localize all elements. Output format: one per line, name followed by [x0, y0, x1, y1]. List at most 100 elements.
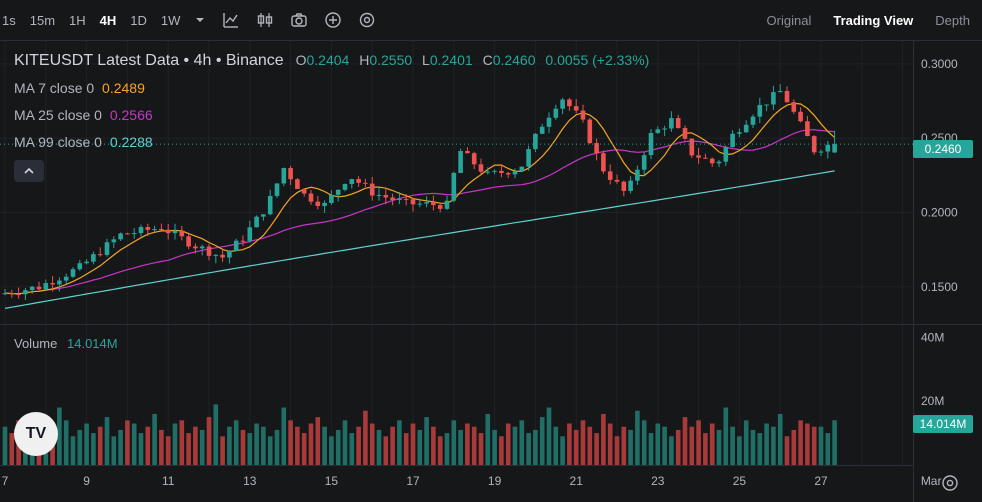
volume-bar: [77, 429, 83, 465]
chevron-down-icon[interactable]: [194, 14, 206, 26]
candle-body: [505, 172, 511, 175]
volume-bar: [349, 433, 355, 465]
volume-bar: [206, 417, 212, 465]
candle-body: [771, 92, 776, 105]
volume-tick-label: 40M: [921, 330, 944, 344]
volume-bar: [771, 426, 776, 465]
candle-body: [91, 254, 96, 262]
volume-bar: [437, 436, 443, 465]
volume-bar: [91, 433, 96, 465]
volume-bar: [186, 433, 191, 465]
volume-bar: [478, 433, 484, 465]
candle-body: [125, 233, 130, 235]
time-tick-label: 15: [325, 474, 339, 488]
candle-body: [369, 183, 375, 196]
timeframe-15m[interactable]: 15m: [30, 13, 55, 28]
view-original[interactable]: Original: [767, 13, 812, 28]
candle-body: [322, 202, 327, 206]
candle-body: [723, 146, 729, 162]
volume-bar: [580, 420, 586, 465]
volume-bar: [376, 429, 382, 465]
volume-bar: [607, 423, 613, 465]
settings-icon[interactable]: [358, 11, 376, 29]
indicator-icon[interactable]: [222, 11, 240, 29]
volume-bar: [70, 436, 76, 465]
volume-bar: [533, 429, 538, 465]
candle-body: [376, 194, 382, 196]
candle-body: [587, 119, 593, 144]
candle-body: [825, 144, 831, 152]
volume-bar: [567, 423, 572, 465]
volume-bar: [356, 426, 361, 465]
candle-body: [227, 250, 232, 258]
candle-body: [737, 132, 742, 134]
candle-body: [301, 188, 307, 194]
volume-bar: [709, 423, 715, 465]
volume-bar: [261, 426, 266, 465]
candle-body: [213, 254, 219, 256]
volume-bar: [281, 407, 287, 465]
candle-type-icon[interactable]: [256, 11, 274, 29]
candle-body: [580, 110, 586, 120]
ma25-value: 0.2566: [109, 107, 153, 123]
volume-bar: [832, 420, 837, 465]
ma25-legend: MA 25 close 0 0.2566: [14, 107, 153, 123]
volume-label: Volume: [14, 336, 58, 351]
volume-bar: [560, 436, 565, 465]
candle-body: [145, 227, 151, 230]
candle-body: [675, 118, 681, 129]
timeframe-1s[interactable]: 1s: [2, 13, 16, 28]
candle-body: [621, 181, 627, 191]
volume-bar: [662, 426, 667, 465]
close-value: 0.2460: [492, 52, 536, 68]
chart-settings-icon[interactable]: [940, 473, 960, 498]
volume-bar: [703, 433, 708, 465]
volume-bar: [431, 426, 436, 465]
timeframe-1d[interactable]: 1D: [130, 13, 147, 28]
candle-body: [458, 151, 463, 173]
low-label: L: [422, 52, 430, 68]
ma99-value: 0.2288: [109, 134, 153, 150]
ma7-line: [4, 102, 835, 295]
volume-bar: [301, 433, 307, 465]
volume-bar: [553, 426, 559, 465]
volume-bar: [267, 436, 273, 465]
time-tick-label: 19: [488, 474, 502, 488]
candle-body: [315, 201, 321, 206]
timeframe-4h[interactable]: 4H: [100, 13, 117, 28]
candle-body: [601, 153, 606, 172]
time-tick-label: 9: [83, 474, 90, 488]
candle-body: [36, 286, 42, 290]
view-switcher: Original Trading View Depth: [745, 0, 970, 40]
last-price-tag: 0.2460: [913, 140, 973, 158]
volume-bar: [227, 426, 232, 465]
volume-bar: [329, 436, 334, 465]
camera-icon[interactable]: [290, 11, 308, 29]
candle-body: [553, 108, 559, 118]
candle-body: [261, 214, 266, 217]
ohlc-values: O0.2404 H0.2550 L0.2401 C0.2460 0.0055 (…: [296, 52, 650, 68]
view-depth[interactable]: Depth: [935, 13, 970, 28]
view-trading-view[interactable]: Trading View: [833, 13, 913, 28]
timeframe-1h[interactable]: 1H: [69, 13, 86, 28]
volume-bar: [805, 423, 810, 465]
timeframe-1w[interactable]: 1W: [161, 13, 181, 28]
candle-body: [247, 227, 253, 241]
volume-bar: [342, 420, 348, 465]
volume-bar: [730, 426, 735, 465]
candle-body: [560, 99, 565, 109]
candle-body: [791, 102, 797, 112]
candle-body: [77, 263, 83, 270]
candle-body: [57, 280, 62, 285]
volume-bar: [111, 436, 117, 465]
collapse-legend-button[interactable]: [14, 160, 44, 182]
candle-body: [2, 293, 8, 295]
candle-body: [437, 205, 443, 209]
candle-body: [655, 129, 661, 134]
volume-bar: [390, 426, 395, 465]
volume-bar: [199, 429, 205, 465]
volume-bar: [165, 436, 171, 465]
candle-body: [709, 158, 715, 164]
add-icon[interactable]: [324, 11, 342, 29]
volume-bar: [757, 433, 763, 465]
